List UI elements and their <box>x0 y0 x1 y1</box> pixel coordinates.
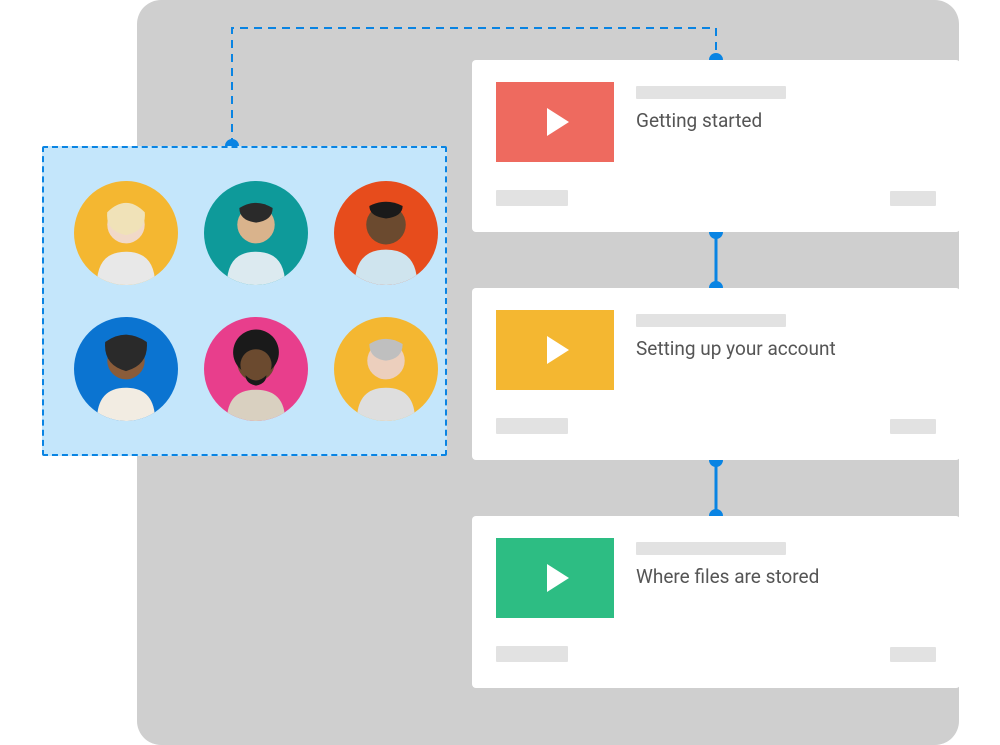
card-title: Where files are stored <box>636 565 819 588</box>
video-thumbnail[interactable] <box>496 82 614 162</box>
play-icon <box>547 336 569 364</box>
avatar <box>204 181 308 285</box>
play-icon <box>547 564 569 592</box>
subtitle-placeholder <box>636 542 786 555</box>
meta-placeholder <box>496 646 568 662</box>
card-title: Getting started <box>636 109 786 132</box>
course-card[interactable]: Where files are stored <box>472 516 960 688</box>
audience-panel <box>42 146 447 456</box>
avatar <box>334 317 438 421</box>
subtitle-placeholder <box>636 314 786 327</box>
subtitle-placeholder <box>636 86 786 99</box>
avatar <box>74 317 178 421</box>
video-thumbnail[interactable] <box>496 538 614 618</box>
meta-placeholder <box>890 647 936 662</box>
play-icon <box>547 108 569 136</box>
meta-placeholder <box>890 419 936 434</box>
avatar <box>204 317 308 421</box>
course-card[interactable]: Setting up your account <box>472 288 960 460</box>
video-thumbnail[interactable] <box>496 310 614 390</box>
meta-placeholder <box>496 190 568 206</box>
avatar <box>334 181 438 285</box>
meta-placeholder <box>496 418 568 434</box>
card-title: Setting up your account <box>636 337 836 360</box>
course-card[interactable]: Getting started <box>472 60 960 232</box>
avatar <box>74 181 178 285</box>
meta-placeholder <box>890 191 936 206</box>
